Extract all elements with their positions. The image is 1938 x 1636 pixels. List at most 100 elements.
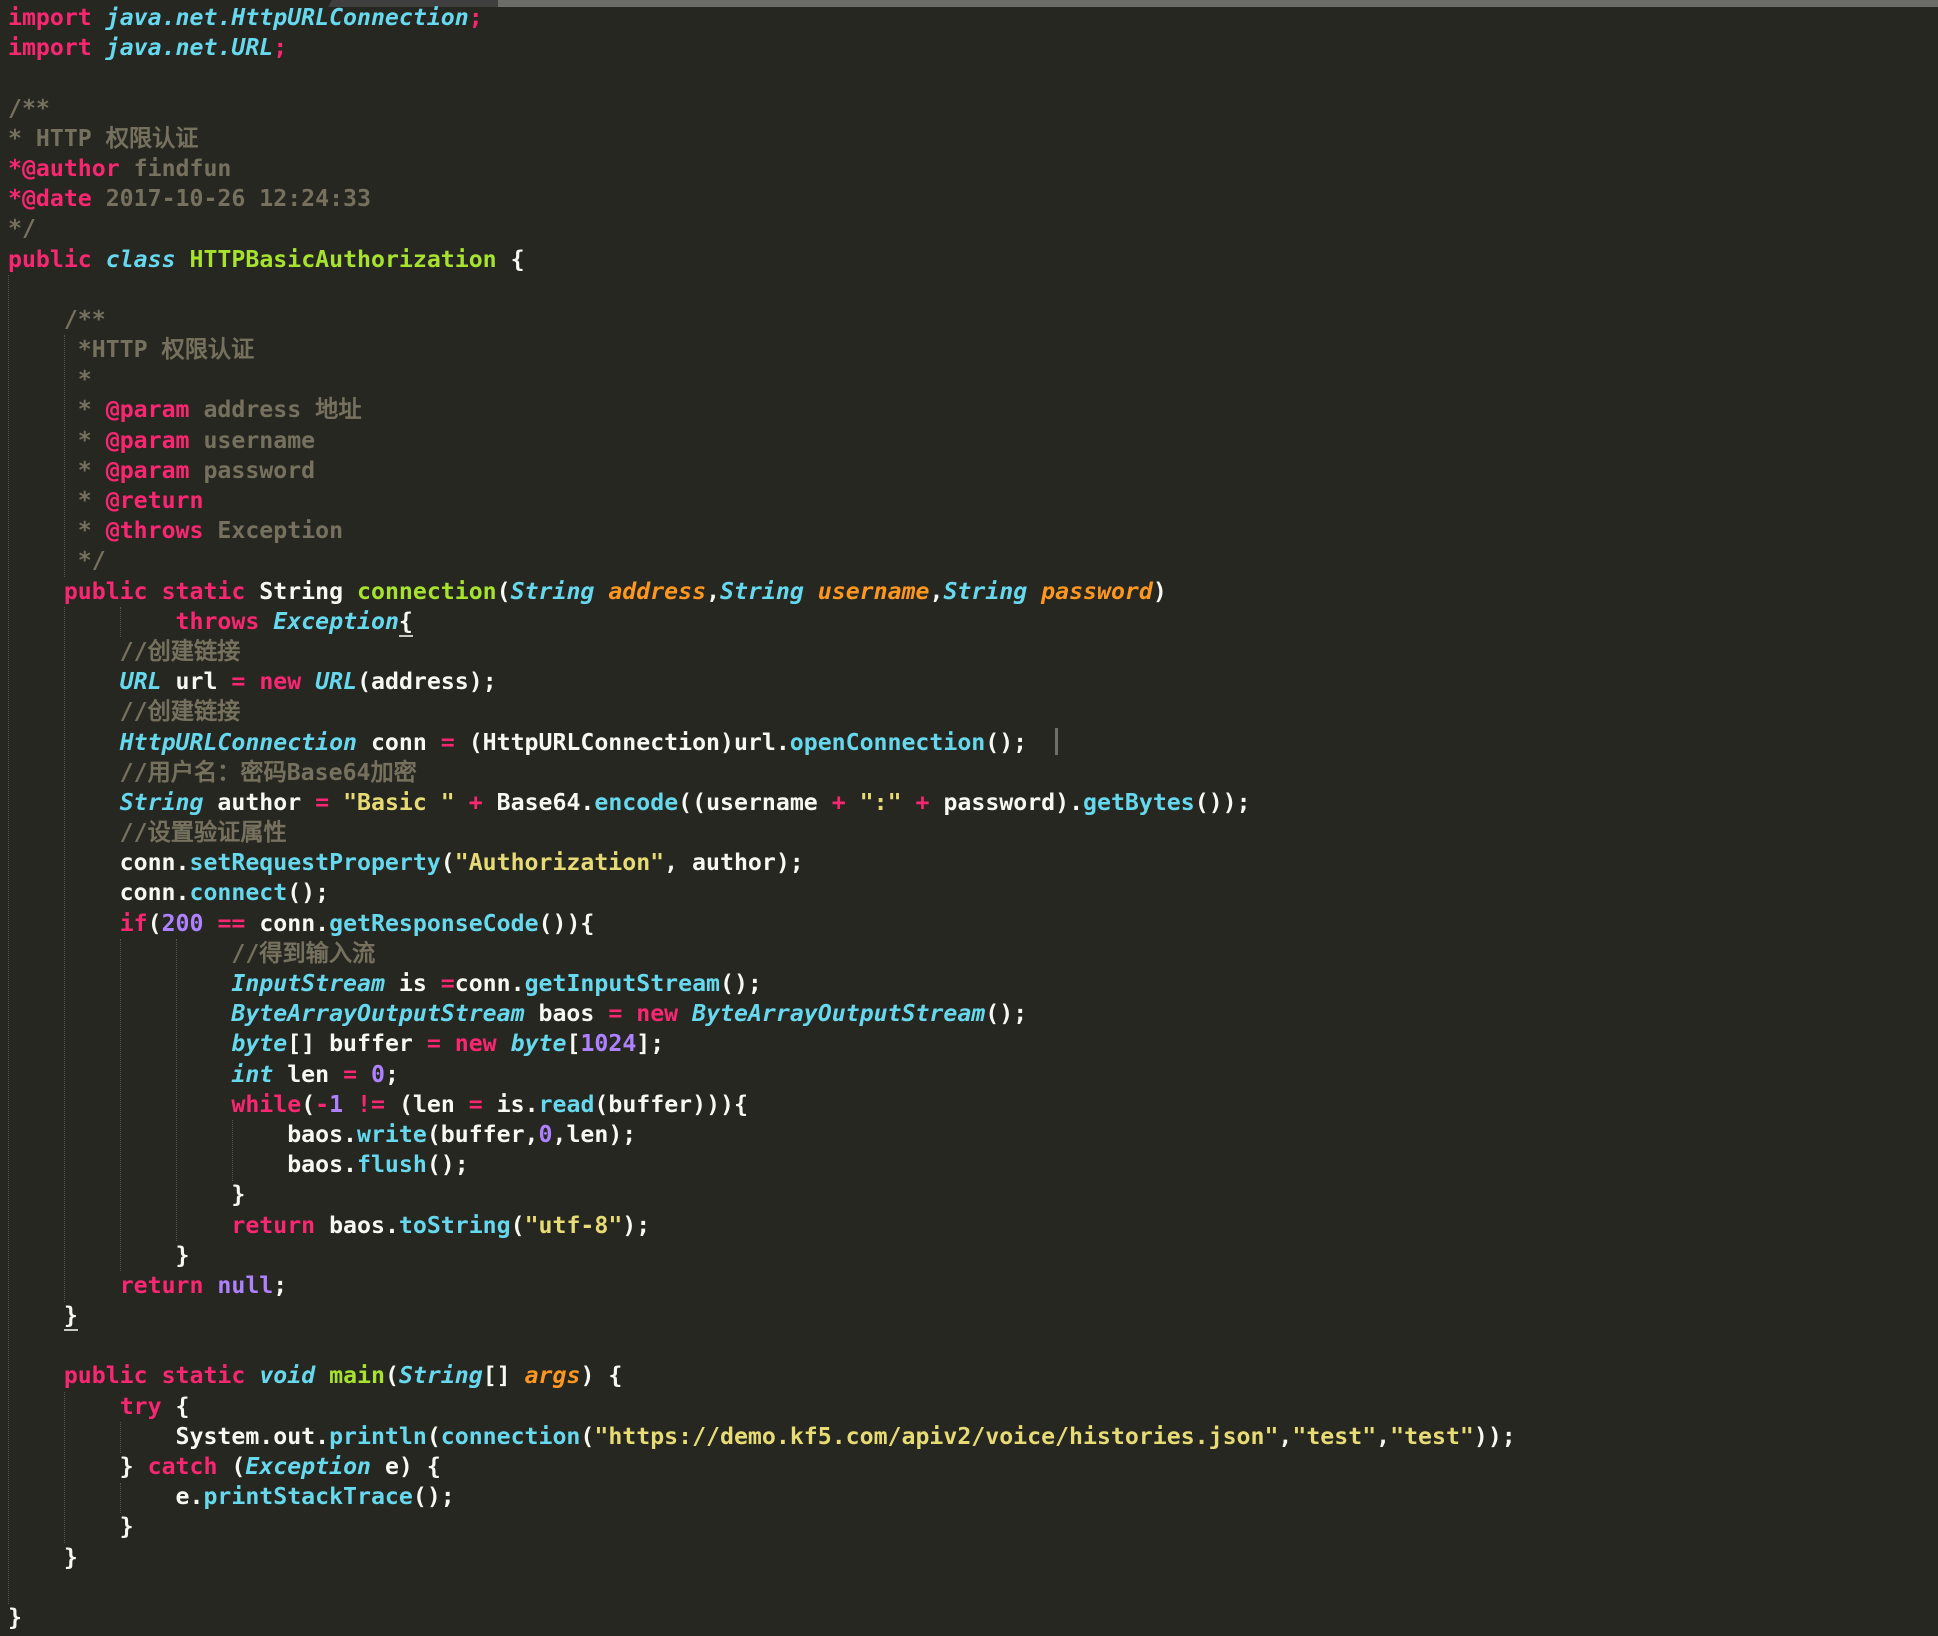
code-token: +: [831, 788, 846, 816]
code-line[interactable]: public static void main(String[] args) {: [8, 1361, 1938, 1391]
code-token: args: [524, 1362, 581, 1390]
code-line[interactable]: /**: [8, 305, 1938, 335]
code-line[interactable]: /**: [8, 94, 1938, 124]
code-line[interactable]: }: [8, 1512, 1938, 1542]
code-line[interactable]: }: [8, 1543, 1938, 1573]
code-line[interactable]: ByteArrayOutputStream baos = new ByteArr…: [8, 999, 1938, 1029]
code-line[interactable]: }: [8, 1180, 1938, 1210]
code-line[interactable]: [8, 1573, 1938, 1603]
code-token: URL: [315, 668, 358, 696]
code-token: =: [426, 1030, 441, 1058]
code-line[interactable]: String author = "Basic " + Base64.encode…: [8, 788, 1938, 818]
code-line[interactable]: * @param address 地址: [8, 395, 1938, 425]
code-line[interactable]: *@author findfun: [8, 154, 1938, 184]
code-line[interactable]: * HTTP 权限认证: [8, 124, 1938, 154]
code-token: URL: [119, 668, 162, 696]
code-line[interactable]: [8, 63, 1938, 93]
code-token: password).: [929, 788, 1084, 816]
code-token: ,: [1278, 1422, 1293, 1450]
code-token: static: [161, 1362, 246, 1390]
code-line[interactable]: return null;: [8, 1271, 1938, 1301]
code-line[interactable]: conn.setRequestProperty("Authorization",…: [8, 848, 1938, 878]
code-token: import: [8, 4, 92, 31]
code-token: ());: [1194, 788, 1251, 816]
code-token: ()){: [538, 909, 595, 937]
code-line[interactable]: * @throws Exception: [8, 516, 1938, 546]
code-token: "Authorization": [454, 849, 665, 877]
code-token: printStackTrace: [203, 1483, 413, 1511]
code-token: 2017-10-26 12:24:33: [91, 185, 371, 213]
code-token: import: [8, 34, 92, 62]
code-line[interactable]: baos.flush();: [8, 1150, 1938, 1180]
code-token: ): [1152, 577, 1167, 605]
code-line[interactable]: //创建链接: [8, 697, 1938, 727]
code-line[interactable]: URL url = new URL(address);: [8, 667, 1938, 697]
code-token: void: [259, 1362, 316, 1390]
code-token: findfun: [119, 154, 232, 182]
code-token: 1: [329, 1090, 344, 1118]
code-token: null: [217, 1271, 274, 1299]
code-token: //创建链接: [8, 698, 241, 726]
code-line[interactable]: }: [8, 1301, 1938, 1332]
code-token: (buffer,: [426, 1120, 539, 1148]
code-token: ((username: [678, 788, 832, 816]
code-line[interactable]: */: [8, 214, 1938, 244]
code-line[interactable]: //创建链接: [8, 637, 1938, 667]
code-line[interactable]: //设置验证属性: [8, 818, 1938, 848]
code-token: (len: [384, 1090, 469, 1118]
code-editor-window[interactable]: import java.net.HttpURLConnection; import…: [0, 0, 1938, 1636]
code-line[interactable]: throws Exception{: [8, 607, 1938, 637]
code-line[interactable]: * @param password: [8, 456, 1938, 486]
code-line[interactable]: baos.write(buffer,0,len);: [8, 1120, 1938, 1150]
code-line[interactable]: //得到输入流: [8, 939, 1938, 969]
code-token: "https://demo.kf5.com/apiv2/voice/histor…: [594, 1422, 1279, 1450]
code-token: try: [119, 1392, 162, 1420]
code-line[interactable]: */: [8, 546, 1938, 576]
code-line[interactable]: HttpURLConnection conn = (HttpURLConnect…: [8, 727, 1938, 758]
code-line[interactable]: *@date 2017-10-26 12:24:33: [8, 184, 1938, 214]
code-line[interactable]: [8, 1331, 1938, 1361]
code-token: ) {: [580, 1362, 623, 1390]
code-line[interactable]: *HTTP 权限认证: [8, 335, 1938, 365]
code-token: println: [329, 1422, 427, 1450]
code-line[interactable]: * @return: [8, 486, 1938, 516]
code-line[interactable]: public class HTTPBasicAuthorization {: [8, 245, 1938, 275]
code-line[interactable]: }: [8, 1603, 1938, 1633]
code-line[interactable]: System.out.println(connection("https://d…: [8, 1422, 1938, 1452]
code-token: baos.: [8, 1151, 358, 1179]
code-line[interactable]: try {: [8, 1392, 1938, 1422]
code-token: ();: [412, 1483, 455, 1511]
code-line[interactable]: }: [8, 1241, 1938, 1271]
code-token: [] buffer: [287, 1030, 427, 1058]
code-line[interactable]: } catch (Exception e) {: [8, 1452, 1938, 1482]
code-line[interactable]: e.printStackTrace();: [8, 1482, 1938, 1512]
code-line[interactable]: InputStream is =conn.getInputStream();: [8, 969, 1938, 999]
code-line[interactable]: import java.net.HttpURLConnection;: [8, 3, 1938, 33]
code-token: e.: [8, 1483, 204, 1511]
code-line[interactable]: [8, 275, 1938, 305]
code-token: /**: [8, 94, 50, 122]
code-token: ,: [929, 577, 944, 605]
code-line[interactable]: if(200 == conn.getResponseCode()){: [8, 909, 1938, 939]
code-token: new: [636, 1000, 679, 1028]
code-line[interactable]: public static String connection(String a…: [8, 577, 1938, 607]
code-token: "utf-8": [524, 1211, 623, 1239]
code-token: catch: [147, 1453, 218, 1480]
code-line[interactable]: while(-1 != (len = is.read(buffer))){: [8, 1090, 1938, 1120]
code-line[interactable]: conn.connect();: [8, 878, 1938, 908]
code-line[interactable]: * @param username: [8, 426, 1938, 456]
code-line[interactable]: //用户名：密码Base64加密: [8, 758, 1938, 788]
code-token: =: [440, 970, 455, 997]
code-line[interactable]: *: [8, 365, 1938, 395]
code-line[interactable]: byte[] buffer = new byte[1024];: [8, 1029, 1938, 1059]
code-token: ,len);: [552, 1120, 637, 1148]
code-line[interactable]: import java.net.URL;: [8, 33, 1938, 63]
code-line[interactable]: int len = 0;: [8, 1060, 1938, 1090]
code-token: *: [8, 517, 106, 545]
code-line[interactable]: return baos.toString("utf-8");: [8, 1211, 1938, 1241]
code-area[interactable]: import java.net.HttpURLConnection; import…: [8, 3, 1938, 1633]
